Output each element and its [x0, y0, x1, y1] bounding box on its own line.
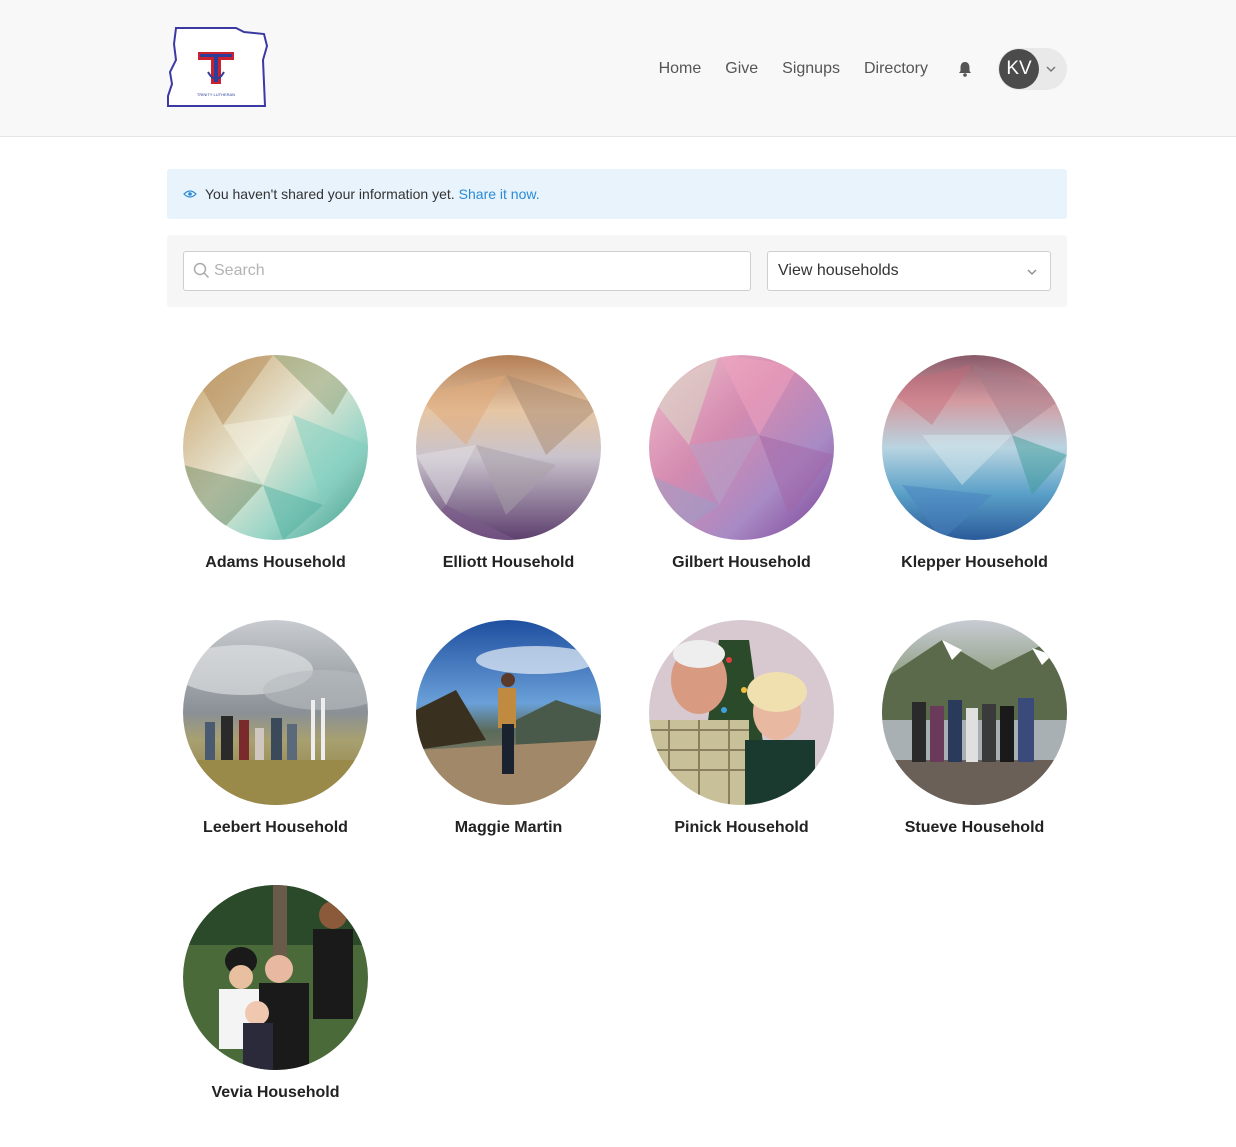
search-icon: [193, 262, 210, 279]
household-card[interactable]: Pinick Household: [633, 620, 850, 837]
household-grid: Adams Household Elliott Household Gilber…: [167, 355, 1067, 1102]
household-name: Maggie Martin: [454, 819, 563, 836]
household-card[interactable]: Elliott Household: [400, 355, 617, 572]
user-menu-button[interactable]: KV: [998, 48, 1067, 90]
household-photo: [183, 885, 368, 1070]
main-nav: Home Give Signups Directory KV: [659, 48, 1067, 90]
household-name: Leebert Household: [203, 819, 348, 836]
view-select[interactable]: View households: [767, 251, 1051, 291]
logo-text: TRINITY LUTHERAN: [197, 92, 235, 97]
household-photo: [416, 355, 601, 540]
search-field[interactable]: [183, 251, 751, 291]
household-name: Elliott Household: [442, 554, 575, 571]
search-input[interactable]: [214, 252, 744, 290]
nav-home[interactable]: Home: [659, 60, 702, 78]
household-card[interactable]: Leebert Household: [167, 620, 384, 837]
nav-signups[interactable]: Signups: [782, 60, 840, 78]
household-card[interactable]: Adams Household: [167, 355, 384, 572]
household-name: Klepper Household: [901, 554, 1048, 571]
household-card[interactable]: Gilbert Household: [633, 355, 850, 572]
household-name: Stueve Household: [904, 819, 1045, 836]
notice-text: You haven't shared your information yet.: [205, 186, 455, 202]
share-info-notice: You haven't shared your information yet.…: [167, 169, 1067, 219]
household-card[interactable]: Klepper Household: [866, 355, 1083, 572]
nav-directory[interactable]: Directory: [864, 60, 928, 78]
household-name: Vevia Household: [211, 1084, 340, 1101]
household-photo: [416, 620, 601, 805]
household-card[interactable]: Vevia Household: [167, 885, 384, 1102]
share-now-link[interactable]: Share it now.: [459, 186, 540, 202]
household-card[interactable]: Maggie Martin: [400, 620, 617, 837]
church-logo[interactable]: TRINITY LUTHERAN: [166, 24, 270, 108]
household-name: Adams Household: [205, 554, 346, 571]
household-card[interactable]: Stueve Household: [866, 620, 1083, 837]
filter-bar: View households: [167, 235, 1067, 307]
household-name: Gilbert Household: [672, 554, 811, 571]
nav-give[interactable]: Give: [725, 60, 758, 78]
household-photo: [649, 620, 834, 805]
top-header: TRINITY LUTHERAN Home Give Signups Direc…: [0, 0, 1236, 137]
view-select-value: View households: [778, 262, 899, 279]
household-name: Pinick Household: [674, 819, 809, 836]
chevron-down-icon: [1046, 66, 1056, 73]
household-photo: [183, 620, 368, 805]
household-photo: [882, 355, 1067, 540]
household-photo: [183, 355, 368, 540]
eye-icon: [183, 190, 197, 198]
avatar: KV: [999, 49, 1039, 89]
chevron-down-icon: [1027, 269, 1037, 275]
household-photo: [649, 355, 834, 540]
bell-icon[interactable]: [956, 60, 974, 78]
household-photo: [882, 620, 1067, 805]
